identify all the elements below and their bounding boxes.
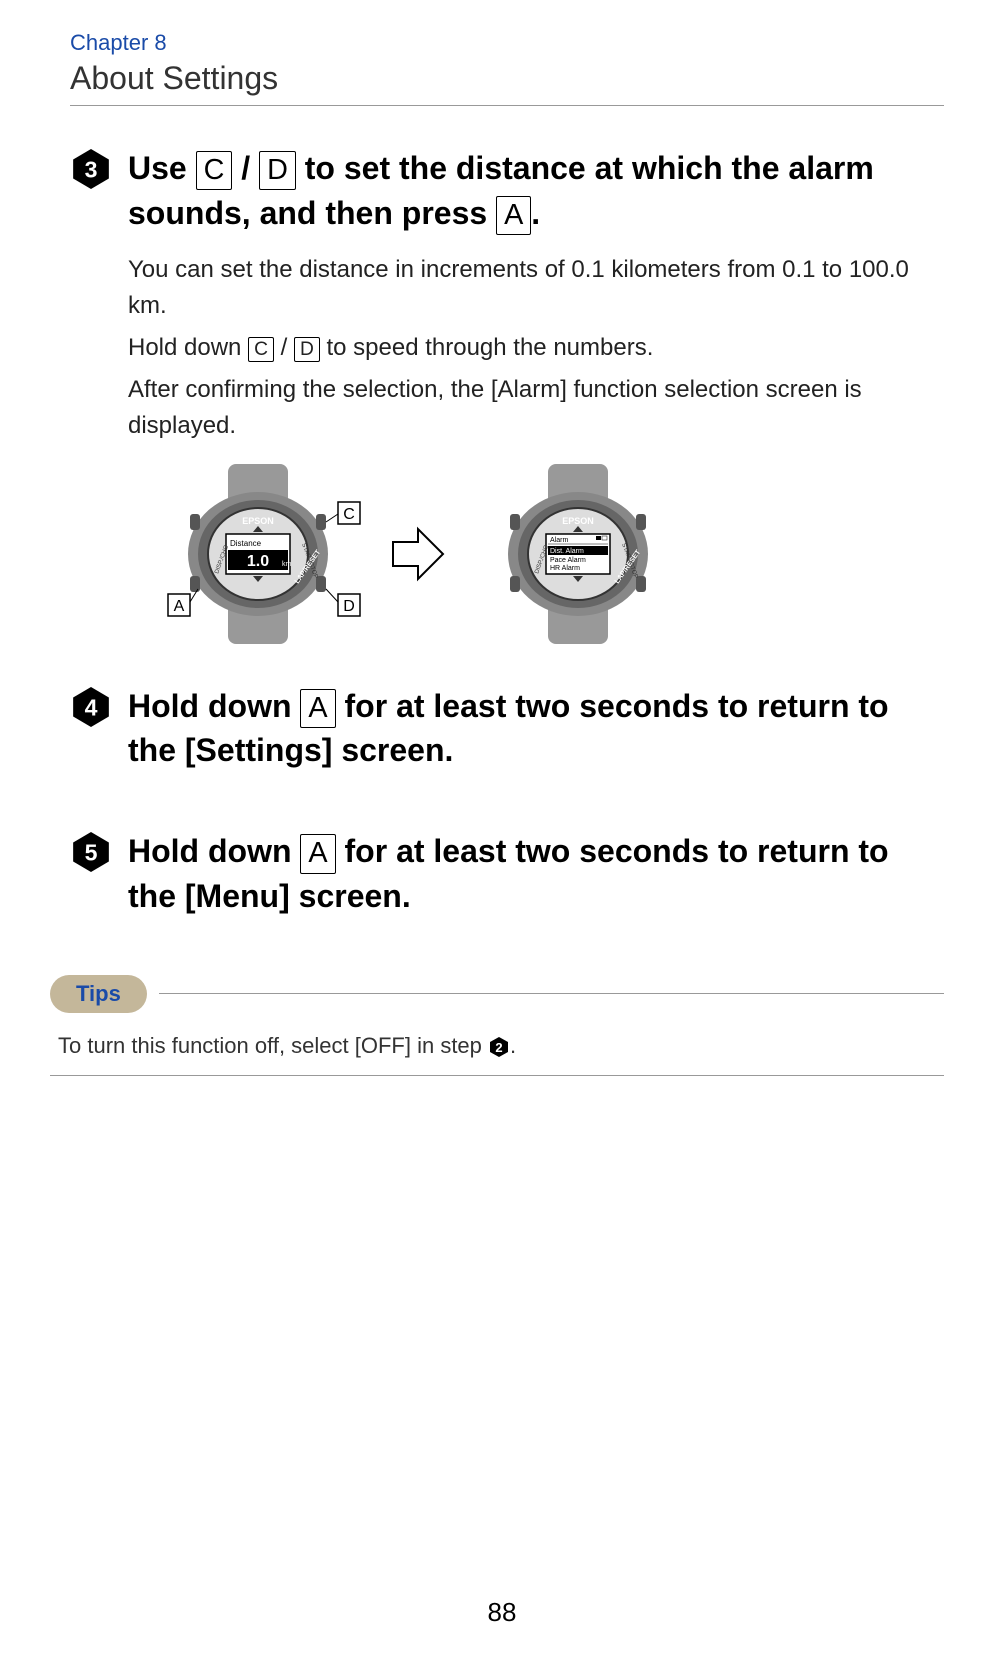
key-d-small: D <box>294 337 320 362</box>
svg-text:4: 4 <box>85 694 98 720</box>
svg-text:3: 3 <box>85 156 98 182</box>
arrow-right-icon <box>388 524 448 584</box>
svg-text:2: 2 <box>495 1040 502 1055</box>
page-number: 88 <box>488 1597 517 1628</box>
step-3: 3 Use C / D to set the distance at which… <box>70 146 944 644</box>
svg-text:A: A <box>174 598 185 615</box>
chapter-title: About Settings <box>70 60 944 97</box>
svg-text:EPSON: EPSON <box>242 516 274 526</box>
step-3-marker-icon: 3 <box>70 148 112 190</box>
svg-text:EPSON: EPSON <box>562 516 594 526</box>
watch-2-image: EPSON Alarm Dist. Alarm Pace Alarm HR Al… <box>458 464 698 644</box>
header-divider <box>70 105 944 106</box>
step-4-marker-icon: 4 <box>70 686 112 728</box>
tips-divider <box>50 1075 944 1076</box>
watch-1-image: EPSON Distance 1.0 km A C <box>138 464 378 644</box>
tips-section: Tips To turn this function off, select [… <box>50 975 944 1076</box>
chapter-label: Chapter 8 <box>70 30 944 56</box>
key-a: A <box>300 689 335 728</box>
svg-text:Dist. Alarm: Dist. Alarm <box>550 548 584 555</box>
key-a: A <box>496 196 531 235</box>
svg-text:Pace Alarm: Pace Alarm <box>550 557 586 564</box>
step-5-marker-icon: 5 <box>70 831 112 873</box>
key-c: C <box>196 151 233 190</box>
watch-illustration-row: EPSON Distance 1.0 km A C <box>138 464 944 644</box>
step-4: 4 Hold down A for at least two seconds t… <box>70 684 944 790</box>
tips-header-line <box>159 993 944 994</box>
step-5-heading: Hold down A for at least two seconds to … <box>128 829 944 919</box>
svg-text:C: C <box>343 506 355 523</box>
svg-text:1.0: 1.0 <box>247 553 269 570</box>
step-2-inline-icon: 2 <box>488 1036 510 1058</box>
svg-text:D: D <box>343 598 355 615</box>
svg-text:Alarm: Alarm <box>550 537 568 544</box>
step-4-heading: Hold down A for at least two seconds to … <box>128 684 944 774</box>
svg-text:5: 5 <box>85 840 98 866</box>
svg-text:Distance: Distance <box>230 539 262 548</box>
svg-text:km: km <box>282 561 292 568</box>
tips-body: To turn this function off, select [OFF] … <box>50 1033 944 1075</box>
step-5: 5 Hold down A for at least two seconds t… <box>70 829 944 935</box>
svg-text:HR Alarm: HR Alarm <box>550 565 580 572</box>
tips-pill: Tips <box>50 975 147 1013</box>
key-a: A <box>300 834 335 873</box>
tips-label: Tips <box>76 981 121 1006</box>
step-3-heading: Use C / D to set the distance at which t… <box>128 146 944 236</box>
key-c-small: C <box>248 337 274 362</box>
key-d: D <box>259 151 296 190</box>
step-3-body: You can set the distance in increments o… <box>128 252 944 444</box>
